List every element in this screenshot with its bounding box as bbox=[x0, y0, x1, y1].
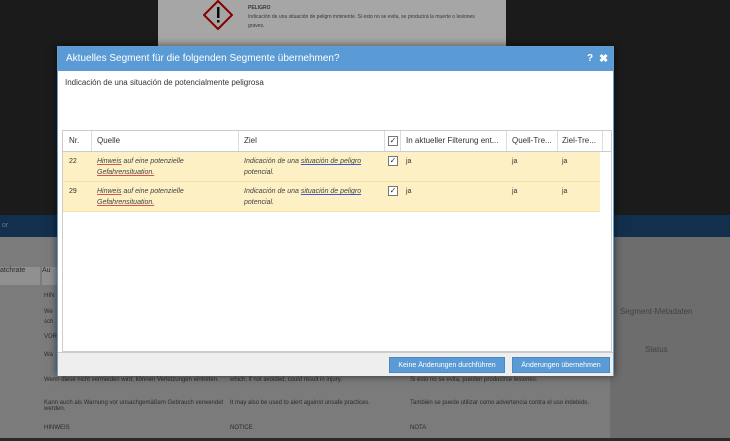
table-row[interactable]: 29 Hinweis auf eine potenzielle Gefahrens… bbox=[63, 182, 600, 212]
column-header-ziel[interactable]: Ziel bbox=[244, 136, 257, 145]
table-scrollbar[interactable] bbox=[602, 152, 610, 351]
close-icon[interactable]: ✖ bbox=[599, 52, 608, 65]
dialog-title: Aktuelles Segment für die folgenden Segm… bbox=[66, 53, 340, 64]
cancel-button[interactable]: Keine Änderungen durchführen bbox=[389, 357, 505, 373]
column-header-filter[interactable]: In aktueller Filterung ent... bbox=[406, 136, 503, 145]
dialog-header: Aktuelles Segment für die folgenden Segm… bbox=[58, 47, 613, 71]
row-target-match: ja bbox=[562, 188, 568, 195]
column-divider bbox=[384, 131, 385, 151]
row-source-match: ja bbox=[512, 158, 518, 165]
select-all-checkbox[interactable]: ✓ bbox=[388, 136, 398, 146]
segments-table: Nr. Quelle Ziel ✓ In aktueller Filterung… bbox=[62, 130, 612, 352]
row-nr: 29 bbox=[69, 188, 77, 195]
apply-segment-dialog: Aktuelles Segment für die folgenden Segm… bbox=[57, 46, 614, 376]
row-source-text: Hinweis auf eine potenzielle Gefahrensitu… bbox=[97, 158, 184, 176]
column-divider bbox=[400, 131, 401, 151]
dialog-footer: Keine Änderungen durchführen Änderungen … bbox=[58, 352, 613, 376]
row-source-match: ja bbox=[512, 188, 518, 195]
apply-button[interactable]: Änderungen übernehmen bbox=[512, 357, 610, 373]
row-target-text: Indicación de una situación de peligro po… bbox=[244, 188, 362, 206]
column-divider bbox=[238, 131, 239, 151]
column-header-nr[interactable]: Nr. bbox=[69, 136, 79, 145]
column-header-quell-treffer[interactable]: Quell-Tre... bbox=[512, 136, 554, 145]
source-segment-text: Indicación de una situación de potencial… bbox=[65, 78, 264, 87]
column-divider bbox=[602, 131, 603, 151]
row-checkbox[interactable]: ✓ bbox=[388, 156, 398, 166]
column-divider bbox=[506, 131, 507, 151]
row-source-text: Hinweis auf eine potenzielle Gefahrensitu… bbox=[97, 188, 184, 206]
column-header-ziel-treffer[interactable]: Ziel-Tre... bbox=[562, 136, 600, 145]
row-in-filter: ja bbox=[406, 188, 412, 195]
row-target-match: ja bbox=[562, 158, 568, 165]
row-target-text: Indicación de una situación de peligro po… bbox=[244, 158, 362, 176]
table-header: Nr. Quelle Ziel ✓ In aktueller Filterung… bbox=[63, 131, 611, 152]
row-in-filter: ja bbox=[406, 158, 412, 165]
table-row[interactable]: 22 Hinweis auf eine potenzielle Gefahrens… bbox=[63, 152, 600, 182]
column-header-quelle[interactable]: Quelle bbox=[97, 136, 120, 145]
column-divider bbox=[91, 131, 92, 151]
help-icon[interactable]: ? bbox=[587, 53, 593, 64]
row-checkbox[interactable]: ✓ bbox=[388, 186, 398, 196]
row-nr: 22 bbox=[69, 158, 77, 165]
column-divider bbox=[557, 131, 558, 151]
